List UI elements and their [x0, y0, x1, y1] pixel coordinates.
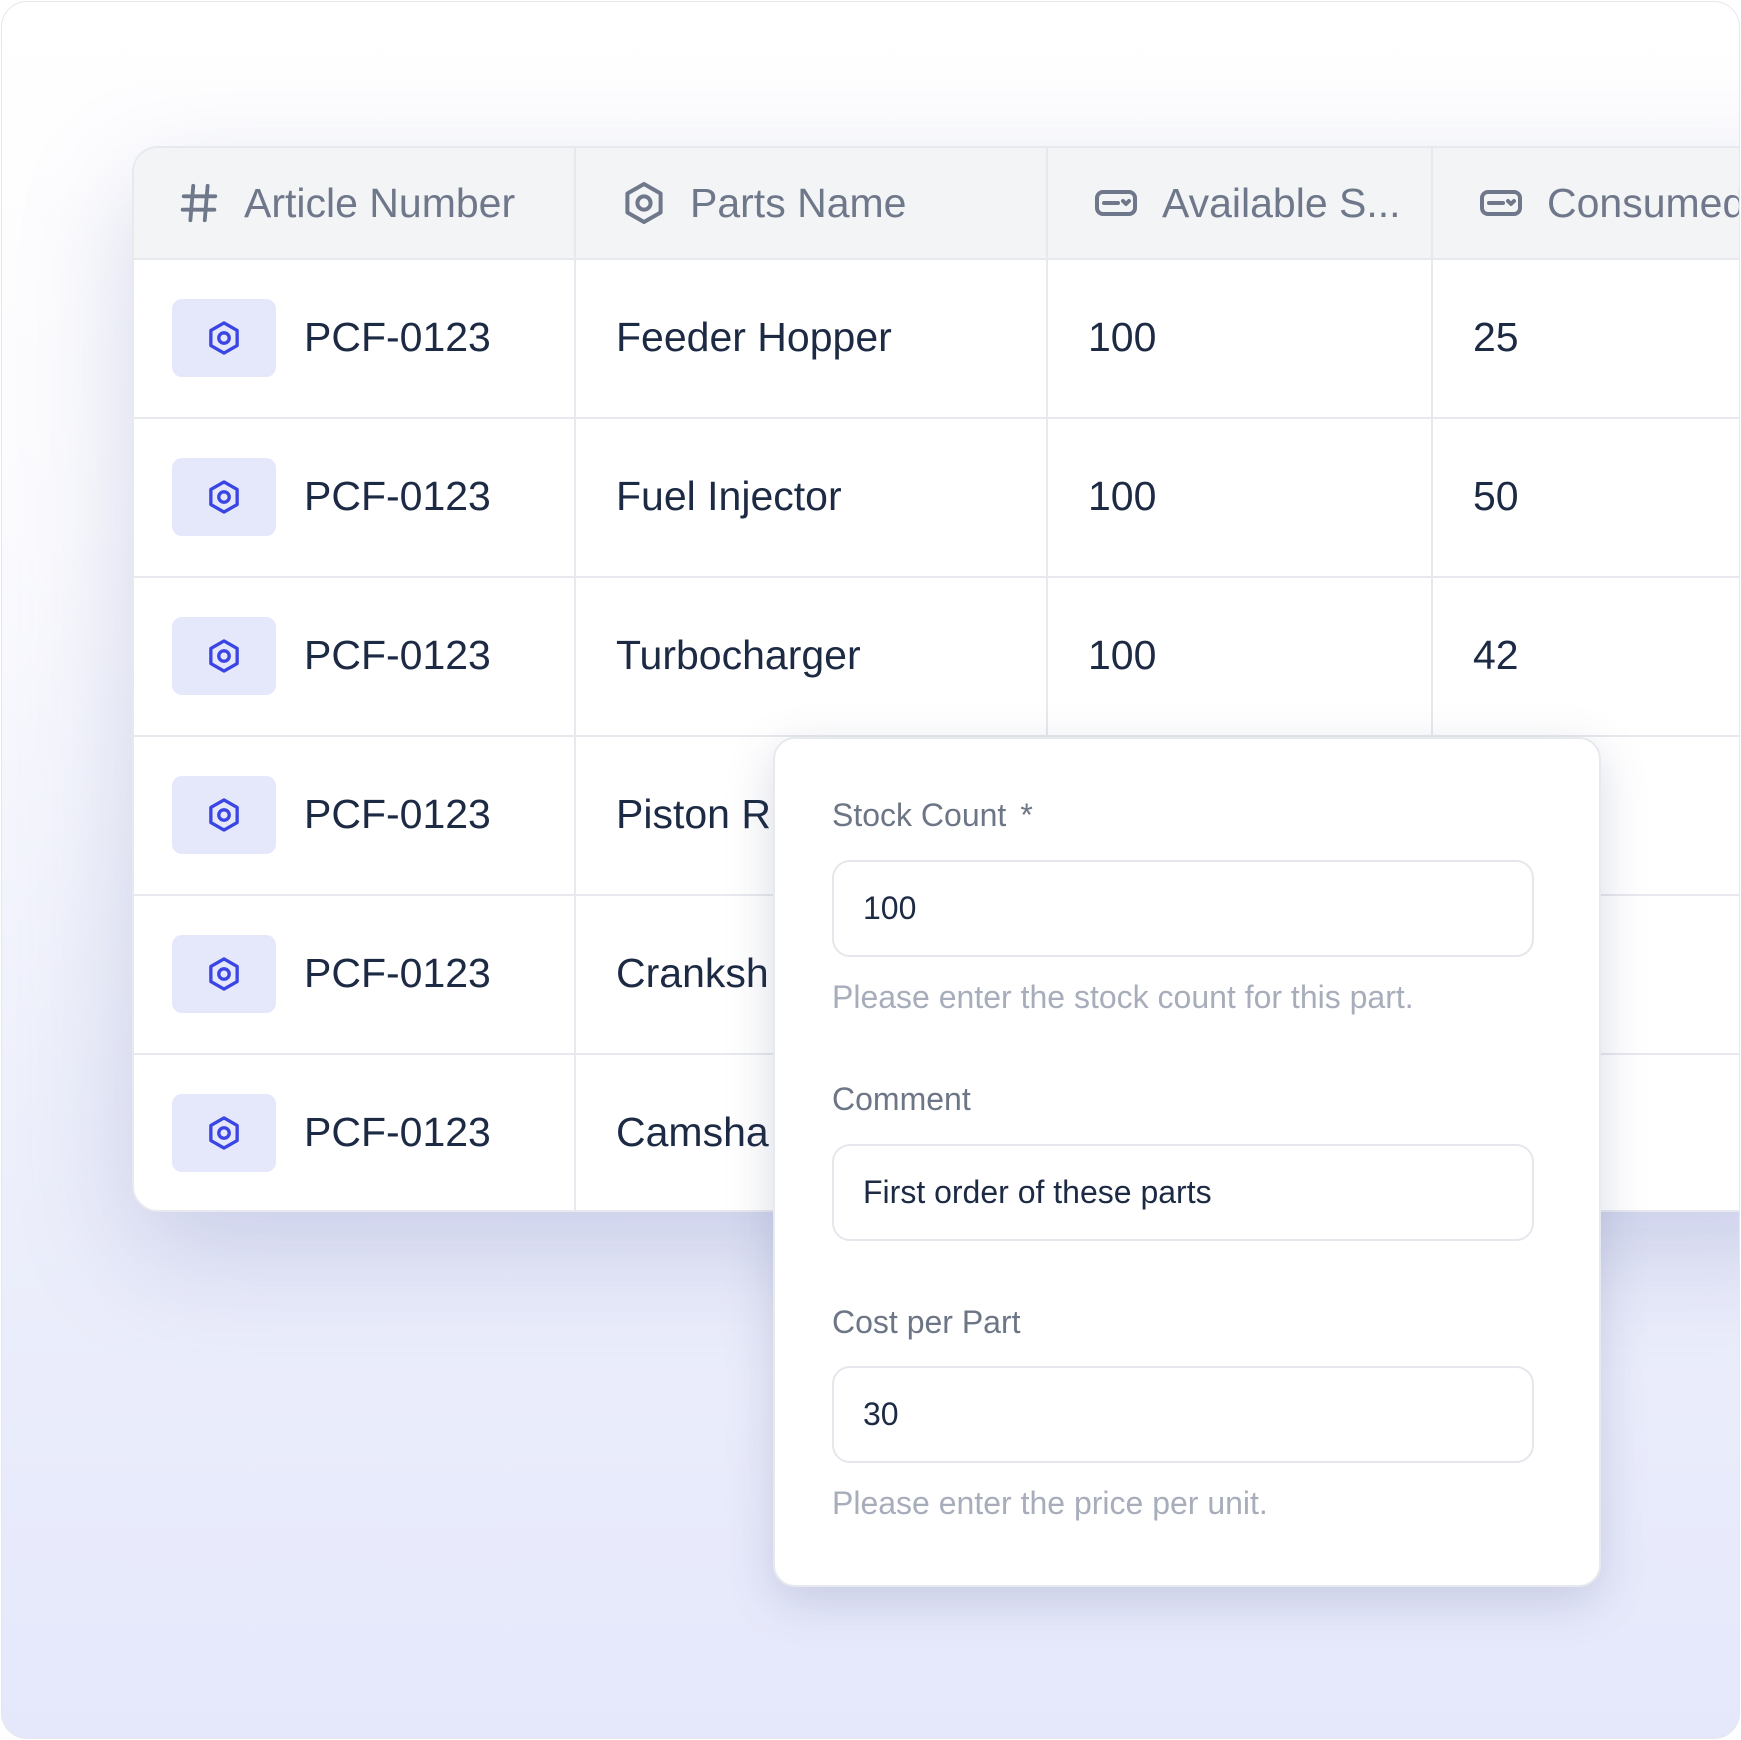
hexagon-nut-icon — [209, 797, 239, 832]
article-number-text: PCF-0123 — [304, 1109, 491, 1155]
article-number-cell: PCF-0123 — [172, 735, 491, 894]
part-icon-badge — [172, 1093, 276, 1172]
app-frame: Article Number Parts Name Available S... — [1, 1, 1740, 1739]
part-icon-badge — [172, 298, 276, 377]
hash-icon — [180, 183, 218, 223]
column-header-consumed[interactable]: Consumed — [1477, 148, 1740, 258]
stock-edit-popover: Stock Count * 100 Please enter the stock … — [773, 737, 1601, 1587]
hexagon-nut-icon — [209, 1115, 239, 1150]
column-header-label: Article Number — [244, 179, 516, 226]
parts-name-cell: Piston R — [616, 791, 771, 837]
available-stock-cell: 100 — [1088, 632, 1157, 678]
available-stock-cell: 100 — [1088, 314, 1157, 360]
column-header-label: Consumed — [1547, 179, 1740, 226]
cost-per-part-help: Please enter the price per unit. — [832, 1485, 1268, 1521]
hexagon-nut-icon — [209, 956, 239, 991]
table-row[interactable]: PCF-0123 Fuel Injector 100 50 — [134, 417, 1739, 578]
parts-name-cell: Turbocharger — [616, 632, 861, 678]
comment-label: Comment — [832, 1081, 971, 1117]
column-header-article-number[interactable]: Article Number — [176, 148, 515, 258]
column-header-label: Parts Name — [690, 179, 907, 226]
consumed-cell: 50 — [1473, 473, 1519, 519]
stock-count-help: Please enter the stock count for this pa… — [832, 979, 1414, 1015]
available-stock-cell: 100 — [1088, 473, 1157, 519]
column-header-parts-name[interactable]: Parts Name — [620, 148, 906, 258]
article-number-text: PCF-0123 — [304, 950, 491, 996]
hexagon-nut-icon — [209, 320, 239, 355]
part-icon-badge — [172, 616, 276, 695]
article-number-text: PCF-0123 — [304, 791, 491, 837]
cost-per-part-label: Cost per Part — [832, 1304, 1021, 1340]
parts-name-cell: Fuel Injector — [616, 473, 842, 519]
article-number-cell: PCF-0123 — [172, 576, 491, 735]
parts-name-cell: Camsha — [616, 1109, 769, 1155]
required-asterisk: * — [1020, 797, 1033, 833]
table-row[interactable]: PCF-0123 Turbocharger 100 42 — [134, 576, 1739, 737]
hexagon-nut-icon — [209, 479, 239, 514]
part-icon-badge — [172, 457, 276, 536]
column-header-available-stock[interactable]: Available S... — [1092, 148, 1401, 258]
article-number-cell: PCF-0123 — [172, 258, 491, 417]
article-number-cell: PCF-0123 — [172, 894, 491, 1053]
parts-name-cell: Feeder Hopper — [616, 314, 892, 360]
consumed-cell: 25 — [1473, 314, 1519, 360]
article-number-cell: PCF-0123 — [172, 417, 491, 576]
part-icon-badge — [172, 934, 276, 1013]
part-icon-badge — [172, 775, 276, 854]
comment-input[interactable]: First order of these parts — [832, 1144, 1534, 1241]
hexagon-nut-icon — [209, 638, 239, 673]
table-header: Article Number Parts Name Available S... — [134, 148, 1740, 260]
parts-name-cell: Cranksh — [616, 950, 769, 996]
article-number-text: PCF-0123 — [304, 632, 491, 678]
table-row[interactable]: PCF-0123 Feeder Hopper 100 25 — [134, 258, 1739, 419]
stock-tag-icon — [1480, 190, 1522, 216]
column-divider — [574, 148, 576, 1210]
consumed-cell: 42 — [1473, 632, 1519, 678]
cost-per-part-input[interactable]: 30 — [832, 1366, 1534, 1463]
article-number-text: PCF-0123 — [304, 314, 491, 360]
hexagon-nut-icon — [625, 182, 663, 224]
article-number-text: PCF-0123 — [304, 473, 491, 519]
stock-count-input[interactable]: 100 — [832, 860, 1534, 957]
stock-count-label: Stock Count * — [832, 797, 1033, 833]
column-header-label: Available S... — [1162, 179, 1401, 226]
article-number-cell: PCF-0123 — [172, 1053, 491, 1210]
stock-tag-icon — [1095, 190, 1137, 216]
